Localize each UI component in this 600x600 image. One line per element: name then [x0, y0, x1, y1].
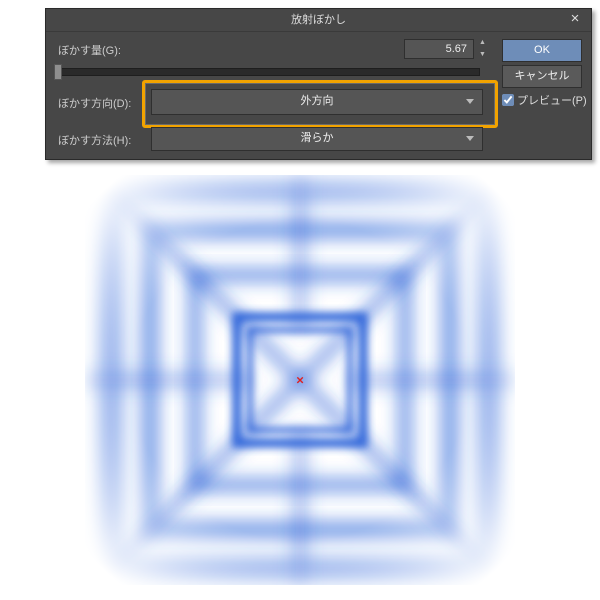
method-label: ぼかす方法(H):	[58, 132, 131, 148]
preview-checkbox[interactable]	[502, 94, 514, 106]
cancel-button[interactable]: キャンセル	[502, 65, 582, 88]
method-select[interactable]: 滑らか	[151, 127, 483, 151]
close-icon[interactable]: ×	[564, 9, 586, 31]
radial-blur-dialog: 放射ぼかし × ぼかす量(G): ▲ ▼ ぼかす方向(D): 外方向 ぼかす方法…	[45, 8, 592, 160]
center-marker-icon: ×	[296, 373, 304, 388]
amount-input[interactable]	[404, 39, 474, 59]
method-select-value: 滑らか	[301, 132, 334, 144]
effect-preview: ×	[85, 175, 515, 585]
ok-button[interactable]: OK	[502, 39, 582, 62]
direction-select-value: 外方向	[301, 95, 334, 107]
amount-label: ぼかす量(G):	[58, 42, 121, 58]
dialog-titlebar[interactable]: 放射ぼかし ×	[46, 9, 591, 32]
amount-slider[interactable]	[58, 68, 480, 76]
dialog-body: ぼかす量(G): ▲ ▼ ぼかす方向(D): 外方向 ぼかす方法(H): 滑らか…	[46, 32, 591, 160]
stepper-up-icon[interactable]: ▲	[476, 39, 489, 47]
direction-label: ぼかす方向(D):	[58, 95, 131, 111]
amount-slider-thumb[interactable]	[54, 64, 62, 80]
preview-label: プレビュー(P)	[517, 92, 587, 108]
stepper-down-icon[interactable]: ▼	[476, 51, 489, 59]
direction-select[interactable]: 外方向	[151, 89, 483, 115]
preview-checkbox-wrap[interactable]: プレビュー(P)	[502, 92, 587, 108]
dialog-title: 放射ぼかし	[291, 14, 346, 26]
amount-stepper[interactable]: ▲ ▼	[476, 39, 489, 59]
